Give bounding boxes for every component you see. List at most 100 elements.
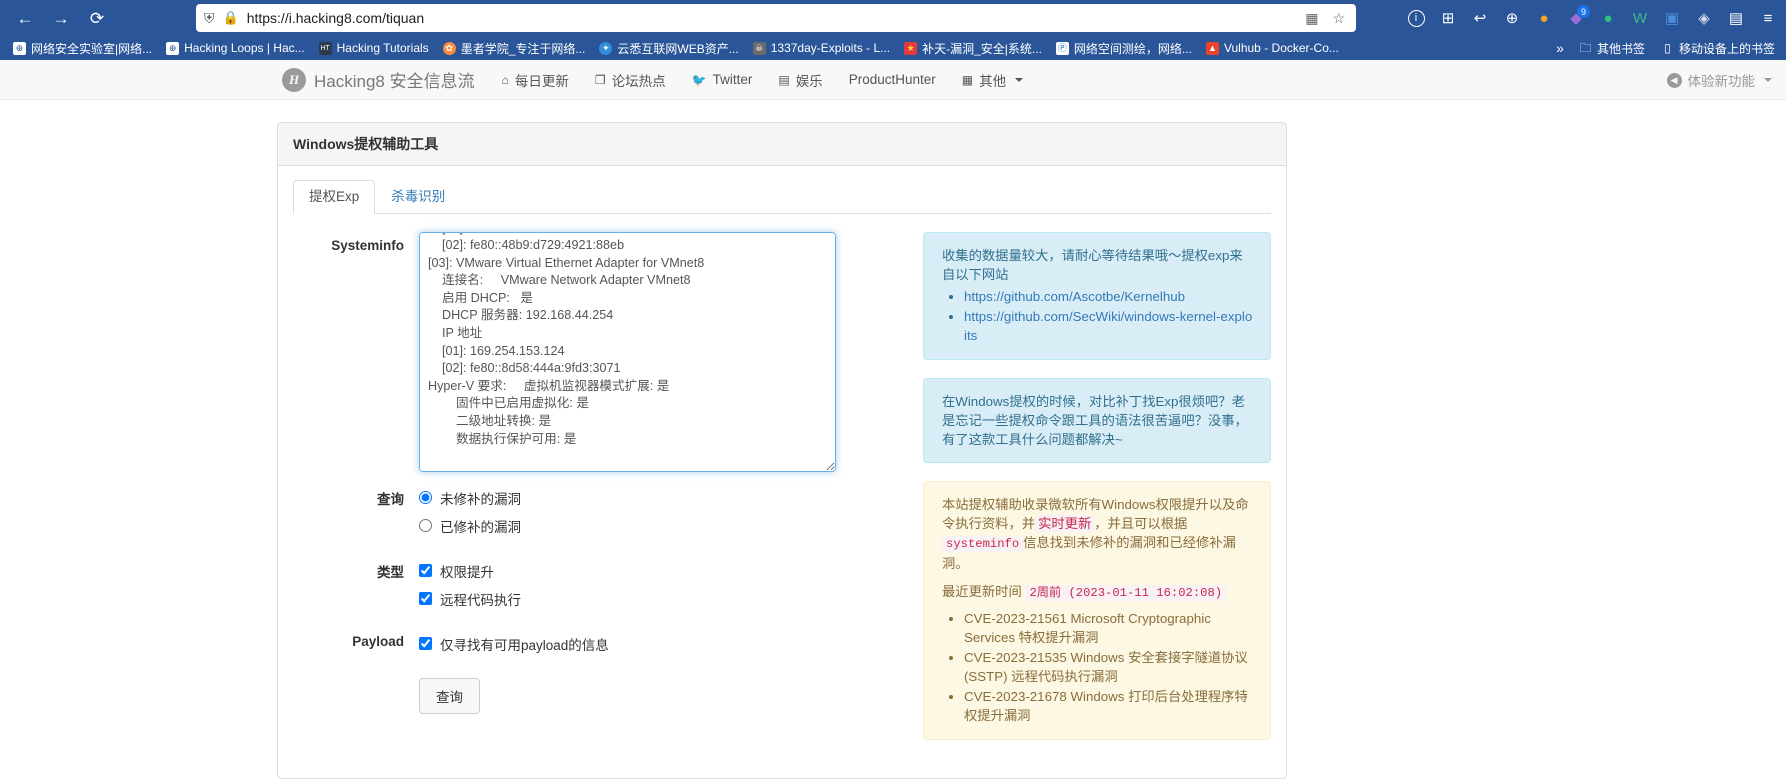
panel-body: 提权Exp 杀毒识别 Systeminfo 查询 — [278, 166, 1286, 778]
extension-badge: 9 — [1577, 5, 1590, 18]
nav-item-forum-hot[interactable]: ❐ 论坛热点 — [582, 70, 679, 90]
checkbox-has-payload-input[interactable] — [419, 637, 432, 650]
tab-antivirus-detect[interactable]: 杀毒识别 — [375, 180, 461, 214]
address-bar[interactable]: ⛨ 🔒 https://i.hacking8.com/tiquan ▦ ☆ — [196, 4, 1356, 32]
radio-unpatched-label[interactable]: 未修补的漏洞 — [440, 488, 521, 508]
bookmark-item[interactable]: ☠ 1337day-Exploits - L... — [746, 39, 897, 57]
url-text[interactable]: https://i.hacking8.com/tiquan — [247, 10, 1295, 26]
profile-avatar-icon[interactable]: ▤ — [1726, 8, 1746, 28]
type-options: 权限提升 远程代码执行 — [419, 559, 868, 617]
nav-item-twitter[interactable]: 🐦 Twitter — [679, 72, 766, 87]
radio-unpatched[interactable]: 未修补的漏洞 — [419, 488, 868, 508]
warning-alert-paragraph: 本站提权辅助收录微软所有Windows权限提升以及命令执行资料，并 实时更新 ，并且… — [942, 495, 1255, 573]
back-button[interactable]: ← — [10, 3, 40, 33]
honey-extension-icon[interactable]: ● — [1534, 8, 1554, 28]
checkbox-remote-code-execution-label[interactable]: 远程代码执行 — [440, 589, 521, 609]
nav-label: 娱乐 — [795, 73, 823, 89]
tab-tiquan-exp[interactable]: 提权Exp — [293, 180, 376, 214]
checkbox-privilege-escalation-label[interactable]: 权限提升 — [440, 561, 494, 581]
forward-button[interactable]: → — [46, 3, 76, 33]
radio-patched-label[interactable]: 已修补的漏洞 — [440, 516, 521, 536]
bookmark-item[interactable]: ⊕ Hacking Loops | Hac... — [159, 39, 312, 57]
reload-button[interactable]: ⟳ — [82, 3, 112, 33]
bookmark-item[interactable]: ✿ 墨者学院_专注于网络... — [436, 38, 593, 59]
payload-options: 仅寻找有可用payload的信息 — [419, 632, 868, 662]
nav-item-other[interactable]: ▦ 其他 — [949, 70, 1036, 90]
bookmark-item[interactable]: ⊕ 网络安全实验室|网络... — [6, 38, 159, 59]
info-alert: 收集的数据量较大，请耐心等待结果哦～提权exp来自以下网站 https://gi… — [923, 231, 1271, 360]
radio-patched[interactable]: 已修补的漏洞 — [419, 516, 868, 536]
nav-item-producthunter[interactable]: ProductHunter — [836, 72, 949, 87]
twitter-bird-icon: 🐦 — [691, 72, 707, 87]
other-bookmarks-folder[interactable]: 🗀 其他书签 — [1572, 38, 1652, 59]
bookmark-label: Hacking Tutorials — [336, 41, 429, 55]
bookmark-label: 墨者学院_专注于网络... — [460, 41, 586, 56]
last-update-value: 2周前 (2023-01-11 16:02:08) — [1025, 584, 1227, 601]
lock-icon[interactable]: 🔒 — [223, 10, 239, 26]
radio-unpatched-input[interactable] — [419, 491, 432, 504]
bookmark-item[interactable]: ★ 补天-漏洞_安全|系统... — [897, 38, 1049, 59]
site-brand-label: Hacking8 安全信息流 — [314, 72, 475, 91]
bookmark-item[interactable]: ✦ 云悉互联网WEB资产... — [592, 38, 745, 59]
bookmarks-overflow-button[interactable]: » — [1550, 38, 1570, 58]
submit-spacer — [293, 678, 419, 714]
try-new-features-button[interactable]: ◀ 体验新功能 — [1666, 60, 1772, 100]
form-right-column: 收集的数据量较大，请耐心等待结果哦～提权exp来自以下网站 https://gi… — [868, 231, 1271, 758]
bookmark-item[interactable]: ▲ Vulhub - Docker-Co... — [1199, 39, 1346, 57]
checkbox-privilege-escalation[interactable]: 权限提升 — [419, 561, 868, 581]
cve-list: CVE-2023-21561 Microsoft Cryptographic S… — [942, 609, 1255, 725]
home-icon: ⌂ — [501, 72, 509, 87]
list-item: CVE-2023-21561 Microsoft Cryptographic S… — [964, 609, 1255, 647]
bookmark-item[interactable]: HT Hacking Tutorials — [312, 39, 436, 57]
mobile-bookmarks-label: 移动设备上的书签 — [1678, 41, 1775, 56]
type-row: 类型 权限提升 远程代码执行 — [293, 559, 868, 617]
bookmark-label: 网络空间测绘，网络... — [1073, 41, 1192, 56]
site-nav: H Hacking8 安全信息流 ⌂ 每日更新 ❐ 论坛热点 🐦 Twitter… — [0, 67, 1036, 92]
green-circle-extension-icon[interactable]: ● — [1598, 8, 1618, 28]
systeminfo-row: Systeminfo — [293, 231, 868, 475]
hacking8-logo-icon: H — [282, 67, 306, 92]
notification-bell-icon[interactable]: ◈ — [1694, 8, 1714, 28]
checkbox-privilege-escalation-input[interactable] — [419, 564, 432, 577]
mobile-bookmarks-folder[interactable]: ▯ 移动设备上的书签 — [1654, 38, 1782, 59]
bookmark-label: 补天-漏洞_安全|系统... — [922, 41, 1042, 56]
list-item: https://github.com/SecWiki/windows-kerne… — [964, 307, 1255, 345]
nav-label: Twitter — [712, 72, 753, 87]
bookmark-label: 网络安全实验室|网络... — [31, 41, 153, 56]
browser-toolbar: ← → ⟳ ⛨ 🔒 https://i.hacking8.com/tiquan … — [0, 0, 1786, 36]
list-item: CVE-2023-21535 Windows 安全套接字隧道协议 (SSTP) … — [964, 648, 1255, 686]
shield-icon[interactable]: ⛨ — [204, 10, 215, 27]
bookmark-item[interactable]: Ⓟ 网络空间测绘，网络... — [1049, 38, 1199, 59]
wappalyzer-icon[interactable]: W — [1630, 8, 1650, 28]
warning-alert: 本站提权辅助收录微软所有Windows权限提升以及命令执行资料，并 实时更新 ，并且… — [923, 480, 1271, 740]
warn-highlight-realtime: 实时更新 — [1035, 514, 1095, 532]
kernelhub-link[interactable]: https://github.com/Ascotbe/Kernelhub — [964, 289, 1185, 304]
checkbox-has-payload[interactable]: 仅寻找有可用payload的信息 — [419, 634, 868, 654]
secwiki-link[interactable]: https://github.com/SecWiki/windows-kerne… — [964, 309, 1252, 343]
info-alert-links: https://github.com/Ascotbe/Kernelhub htt… — [942, 287, 1255, 345]
nav-item-daily-update[interactable]: ⌂ 每日更新 — [489, 70, 582, 90]
undo-arrow-icon[interactable]: ↩ — [1470, 8, 1490, 28]
blue-extension-icon[interactable]: ▣ — [1662, 8, 1682, 28]
page-content: Windows提权辅助工具 提权Exp 杀毒识别 Systeminfo 查询 — [0, 100, 1786, 782]
submit-query-button[interactable]: 查询 — [419, 677, 480, 714]
purple-extension-icon[interactable]: ◆ 9 — [1566, 5, 1590, 28]
checkbox-remote-code-execution[interactable]: 远程代码执行 — [419, 589, 868, 609]
browser-menu-icon[interactable]: ≡ — [1758, 8, 1778, 28]
qr-code-icon[interactable]: ▦ — [1302, 10, 1321, 27]
site-brand[interactable]: H Hacking8 安全信息流 — [282, 67, 489, 92]
bookmark-star-icon[interactable]: ☆ — [1329, 10, 1348, 27]
site-header: H Hacking8 安全信息流 ⌂ 每日更新 ❐ 论坛热点 🐦 Twitter… — [0, 60, 1786, 100]
checkbox-has-payload-label[interactable]: 仅寻找有可用payload的信息 — [440, 634, 609, 654]
bookmark-label: Hacking Loops | Hac... — [184, 41, 305, 55]
film-icon: ▤ — [778, 72, 790, 87]
nav-item-entertainment[interactable]: ▤ 娱乐 — [765, 70, 835, 90]
checkbox-remote-code-execution-input[interactable] — [419, 592, 432, 605]
extension-puzzle-icon[interactable]: ⊞ — [1438, 8, 1458, 28]
info-circle-icon[interactable]: i — [1406, 8, 1426, 28]
try-new-features-label: 体验新功能 — [1687, 74, 1756, 89]
comments-icon: ❐ — [594, 72, 606, 87]
globe-translate-icon[interactable]: ⊕ — [1502, 8, 1522, 28]
systeminfo-textarea[interactable] — [419, 231, 836, 472]
radio-patched-input[interactable] — [419, 519, 432, 532]
